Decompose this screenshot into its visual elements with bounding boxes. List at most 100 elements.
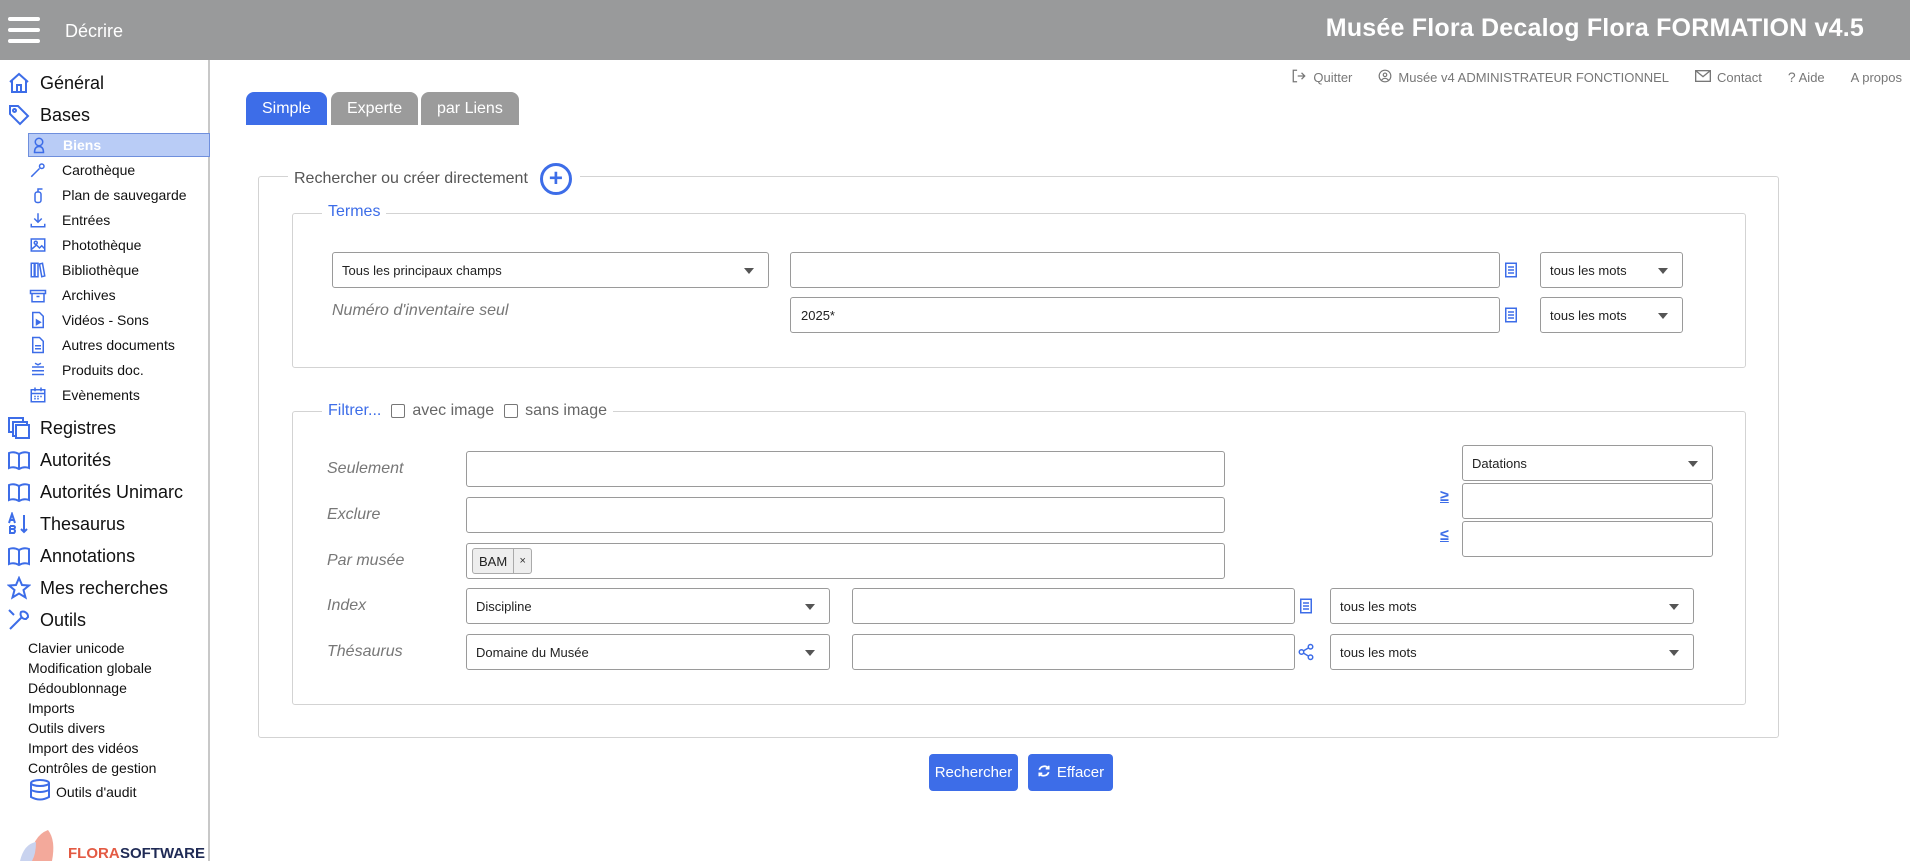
mode-select-2[interactable]: tous les mots <box>1540 297 1683 333</box>
datations-select[interactable]: Datations <box>1462 445 1713 481</box>
clear-button[interactable]: Effacer <box>1028 754 1113 791</box>
mode-select-1[interactable]: tous les mots <box>1540 252 1683 288</box>
sidebar-item-label: Autres documents <box>62 337 175 353</box>
thesaurus-input[interactable] <box>852 634 1295 670</box>
sidebar-item-autres-documents[interactable]: Autres documents <box>28 333 210 357</box>
date-to-input[interactable] <box>1462 521 1713 557</box>
video-file-icon <box>28 310 48 330</box>
sidebar-item-entrees[interactable]: Entrées <box>28 208 210 232</box>
sidebar-item-evenements[interactable]: Evènements <box>28 383 210 407</box>
book-lookup-icon[interactable] <box>1502 306 1520 324</box>
sidebar-item-biens[interactable]: Biens <box>28 133 210 157</box>
tool-item[interactable]: Imports <box>28 700 75 716</box>
search-button[interactable]: Rechercher <box>929 754 1018 791</box>
sidebar-item-outils[interactable]: Outils <box>6 607 86 633</box>
sidebar-item-label: Registres <box>40 417 117 438</box>
sidebar-item-annotations[interactable]: Annotations <box>6 543 135 569</box>
home-icon <box>6 70 32 96</box>
sidebar-item-general[interactable]: Général <box>6 70 104 96</box>
sidebar-item-thesaurus[interactable]: Thesaurus <box>6 511 125 537</box>
help-label: Aide <box>1798 69 1825 85</box>
without-image-checkbox[interactable]: sans image <box>504 402 607 420</box>
tab-experte[interactable]: Experte <box>331 92 419 125</box>
contact-label: Contact <box>1717 69 1762 85</box>
terms-input[interactable] <box>790 252 1500 288</box>
date-from-input[interactable] <box>1462 483 1713 519</box>
chevron-down-icon <box>1669 604 1679 610</box>
envelope-icon <box>1695 69 1712 85</box>
sidebar-item-carotheque[interactable]: Carothèque <box>28 158 210 182</box>
mode-select-value: tous les mots <box>1550 307 1627 323</box>
tool-item[interactable]: Outils divers <box>28 720 105 736</box>
user-label: Musée v4 ADMINISTRATEUR FONCTIONNEL <box>1398 69 1670 85</box>
datations-select-value: Datations <box>1472 455 1527 471</box>
inventory-input[interactable]: 2025* <box>790 297 1500 333</box>
about-link[interactable]: A propos <box>1851 67 1902 87</box>
sidebar-item-mes-recherches[interactable]: Mes recherches <box>6 575 168 601</box>
books-icon <box>28 260 48 280</box>
thesaurus-mode-select[interactable]: tous les mots <box>1330 634 1694 670</box>
sidebar-item-autorites-unimarc[interactable]: Autorités Unimarc <box>6 479 183 505</box>
sidebar-item-plan-sauvegarde[interactable]: Plan de sauvegarde <box>28 183 210 207</box>
exclude-input[interactable] <box>466 497 1225 533</box>
museum-input[interactable]: BAM × <box>466 543 1225 579</box>
thesaurus-select[interactable]: Domaine du Musée <box>466 634 830 670</box>
tool-item[interactable]: Dédoublonnage <box>28 680 127 696</box>
field-select[interactable]: Tous les principaux champs <box>332 252 769 288</box>
tool-item[interactable]: Modification globale <box>28 660 152 676</box>
filter-legend-label: Filtrer... <box>328 402 382 419</box>
tool-item[interactable]: Import des vidéos <box>28 740 139 756</box>
filter-legend: Filtrer... avec image sans image <box>322 402 613 420</box>
sidebar-item-autorites[interactable]: Autorités <box>6 447 111 473</box>
hamburger-menu-icon[interactable] <box>8 17 40 43</box>
sidebar-item-bibliotheque[interactable]: Bibliothèque <box>28 258 210 282</box>
user-link[interactable]: Musée v4 ADMINISTRATEUR FONCTIONNEL <box>1378 67 1669 87</box>
create-plus-icon[interactable]: + <box>539 163 572 195</box>
sidebar-item-videos-sons[interactable]: Vidéos - Sons <box>28 308 210 332</box>
index-select-value: Discipline <box>476 598 532 614</box>
sidebar-item-bases[interactable]: Bases <box>6 102 90 128</box>
sidebar-item-produits-doc[interactable]: Produits doc. <box>28 358 210 382</box>
sidebar-item-registres[interactable]: Registres <box>6 415 116 441</box>
book-lookup-icon[interactable] <box>1297 597 1315 615</box>
index-label: Index <box>327 597 367 614</box>
sidebar-item-label: Autorités Unimarc <box>40 481 184 502</box>
sidebar-item-phototheque[interactable]: Photothèque <box>28 233 210 257</box>
help-link[interactable]: ? Aide <box>1788 67 1825 87</box>
sign-out-icon <box>1291 69 1307 86</box>
index-mode-select[interactable]: tous les mots <box>1330 588 1694 624</box>
checkbox-box <box>391 404 406 418</box>
sidebar-item-label: Bases <box>40 104 91 125</box>
tool-item-outils-audit[interactable]: Outils d'audit <box>28 778 137 805</box>
tool-item[interactable]: Contrôles de gestion <box>28 760 156 776</box>
tab-par-liens[interactable]: par Liens <box>421 92 519 125</box>
with-image-checkbox[interactable]: avec image <box>391 402 494 420</box>
index-input[interactable] <box>852 588 1295 624</box>
user-circle-icon <box>1378 69 1392 86</box>
database-icon <box>28 778 52 805</box>
sidebar-item-label: Bibliothèque <box>62 262 140 278</box>
chevron-down-icon <box>1688 461 1698 467</box>
contact-link[interactable]: Contact <box>1695 67 1762 87</box>
book-lookup-icon[interactable] <box>1502 261 1520 279</box>
section-title: Décrire <box>65 21 124 41</box>
sort-alpha-icon <box>6 511 32 537</box>
download-icon <box>28 210 48 230</box>
svg-text:FLORA: FLORA <box>68 845 120 861</box>
open-book-icon <box>6 479 32 505</box>
index-select[interactable]: Discipline <box>466 588 830 624</box>
quit-link[interactable]: Quitter <box>1291 67 1352 87</box>
pipette-icon <box>28 160 48 180</box>
sidebar-item-archives[interactable]: Archives <box>28 283 210 307</box>
app-title: Musée Flora Decalog Flora FORMATION v4.5 <box>1325 14 1864 42</box>
tab-simple[interactable]: Simple <box>246 92 327 125</box>
chevron-down-icon <box>1669 650 1679 656</box>
mode-select-value: tous les mots <box>1340 644 1417 660</box>
sidebar-item-label: Mes recherches <box>40 577 169 598</box>
termes-legend: Termes <box>322 203 387 221</box>
field-select-value: Tous les principaux champs <box>342 262 502 278</box>
share-nodes-icon[interactable] <box>1297 643 1315 661</box>
chip-remove-icon[interactable]: × <box>513 549 531 573</box>
only-input[interactable] <box>466 451 1225 487</box>
tool-item[interactable]: Clavier unicode <box>28 640 125 656</box>
